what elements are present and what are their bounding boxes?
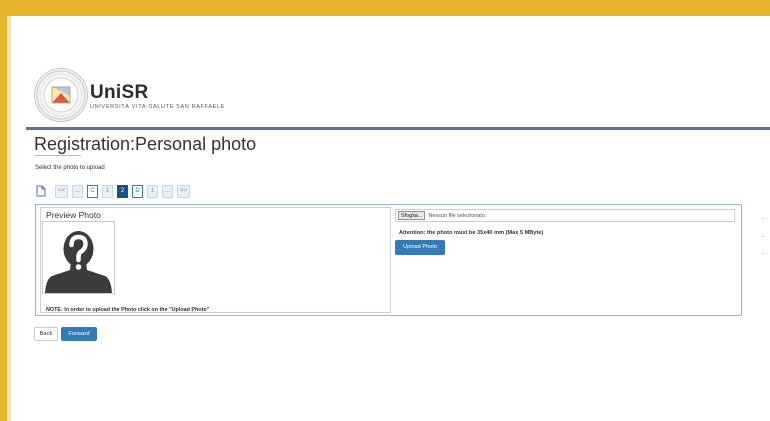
file-status: Nessun file selezionato. <box>428 212 487 219</box>
step-2-current[interactable]: 2 <box>117 184 129 198</box>
upload-note: NOTE: In order to upload the Photo click… <box>46 307 210 313</box>
upload-photo-button[interactable]: Upload Photo <box>395 240 445 255</box>
form-actions: Back Forward <box>34 327 97 341</box>
logo-subtitle: UNIVERSITÀ VITA-SALUTE SAN RAFFAELE <box>90 104 225 110</box>
unknown-person-icon <box>43 222 114 293</box>
edge-mark <box>762 236 764 237</box>
edge-mark <box>762 218 764 219</box>
step-1-next[interactable]: 1 <box>147 184 159 198</box>
browse-button[interactable]: Sfoglia... <box>398 211 426 220</box>
logo-name: UniSR <box>90 82 149 103</box>
wizard-steps: << ... C 1 2 D 1 ... >> <box>35 183 194 199</box>
title-underline <box>35 155 81 156</box>
window-frame-top <box>0 0 770 16</box>
step-ellipsis-before[interactable]: ... <box>72 184 84 198</box>
document-icon <box>36 185 46 197</box>
upload-area: Sfoglia... Nessun file selezionato. Atte… <box>393 207 737 313</box>
file-input[interactable]: Sfoglia... Nessun file selezionato. <box>395 209 735 222</box>
back-button[interactable]: Back <box>34 327 58 341</box>
attention-text: Attention: the photo must be 35x40 mm (M… <box>399 230 544 236</box>
site-header: UniSR UNIVERSITÀ VITA-SALUTE SAN RAFFAEL… <box>30 62 750 128</box>
university-logo[interactable]: UniSR UNIVERSITÀ VITA-SALUTE SAN RAFFAEL… <box>90 82 225 110</box>
university-seal-icon[interactable] <box>34 68 88 122</box>
forward-button[interactable]: Forward <box>61 327 97 341</box>
page-subtitle: Select the photo to upload <box>35 165 105 171</box>
step-ellipsis-after[interactable]: ... <box>162 184 174 198</box>
step-1[interactable]: 1 <box>102 184 114 198</box>
step-d[interactable]: D <box>132 184 144 198</box>
photo-placeholder <box>42 221 115 294</box>
header-divider <box>26 127 770 130</box>
step-last[interactable]: >> <box>177 184 191 198</box>
window-frame-shadow <box>7 16 11 421</box>
preview-box: Preview Photo NOTE: In order to upload t… <box>40 207 391 313</box>
preview-title: Preview Photo <box>46 210 101 220</box>
photo-panel: Preview Photo NOTE: In order to upload t… <box>35 204 742 316</box>
edge-mark <box>762 253 764 254</box>
step-c[interactable]: C <box>87 184 99 198</box>
window-frame-left <box>0 0 7 421</box>
step-first[interactable]: << <box>55 184 69 198</box>
page-title: Registration:Personal photo <box>34 134 257 154</box>
